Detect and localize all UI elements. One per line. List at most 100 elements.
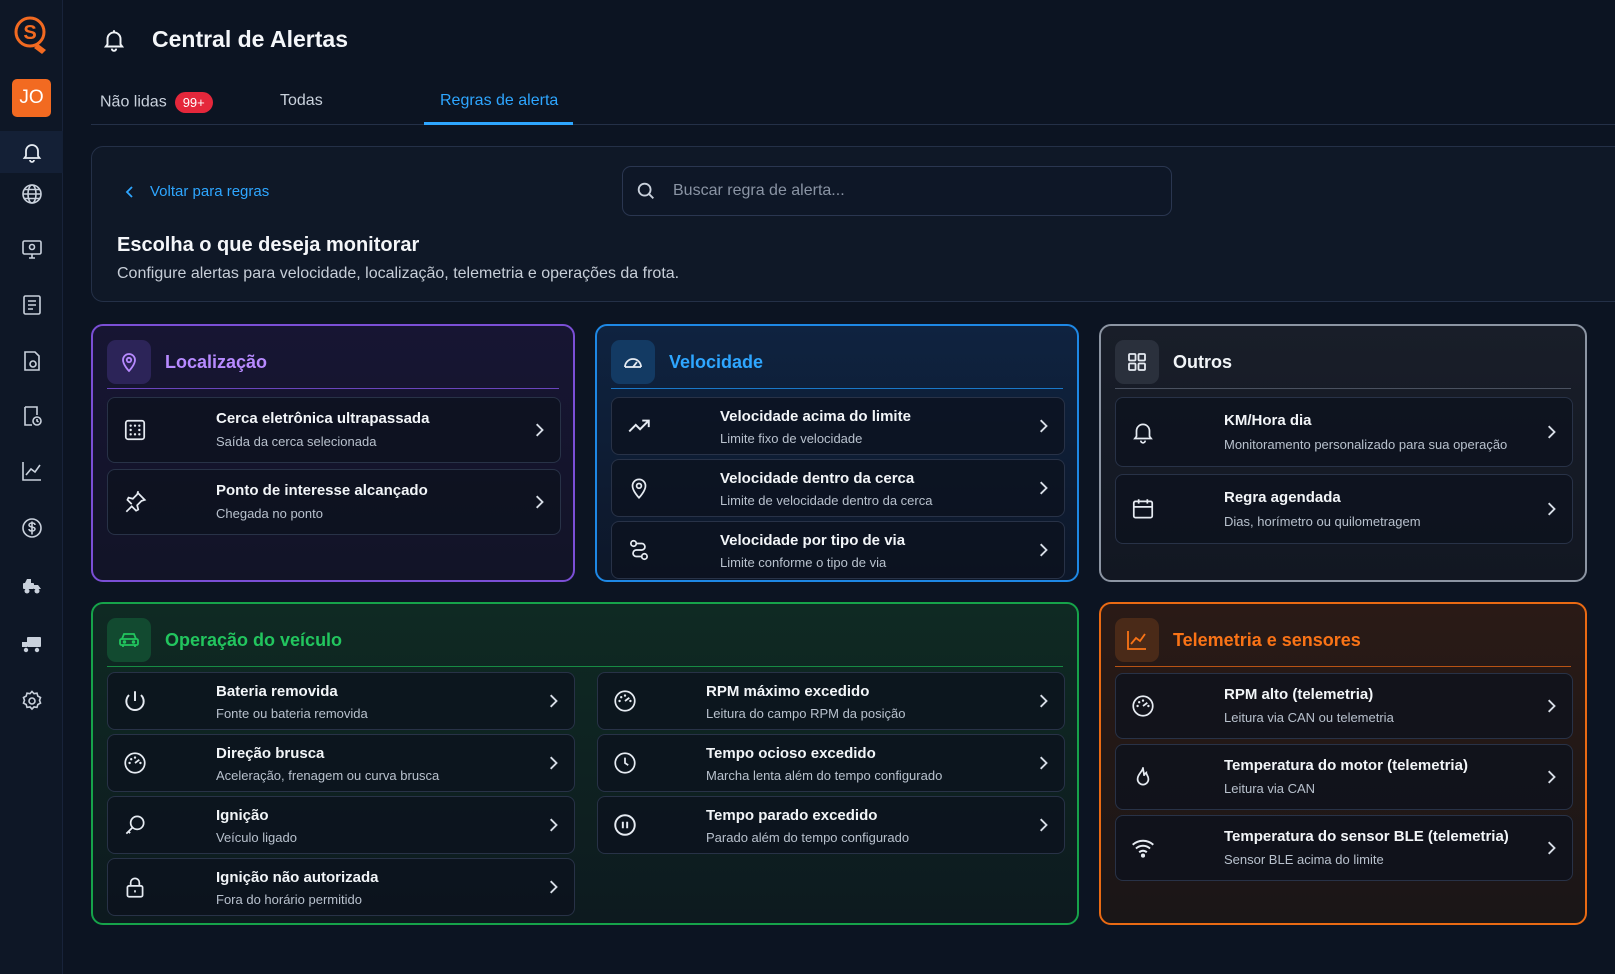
sidebar-item-fleet[interactable] <box>19 631 45 657</box>
active-tab-indicator <box>424 122 573 125</box>
tab-alert-rules[interactable]: Regras de alerta <box>440 92 558 110</box>
rule-item[interactable]: Temperatura do motor (telemetria) Leitur… <box>1115 744 1573 810</box>
rule-description: Leitura via CAN <box>1224 781 1316 796</box>
group-telemetria: Telemetria e sensores RPM alto (telemetr… <box>1099 602 1587 925</box>
svg-text:S: S <box>23 22 36 44</box>
grid-icon <box>1128 353 1146 371</box>
pin-icon <box>122 489 148 515</box>
chevron-right-icon <box>550 756 558 770</box>
page-title: Central de Alertas <box>152 26 348 52</box>
chevron-right-icon <box>1040 756 1048 770</box>
rule-item[interactable]: Ignição Veículo ligado <box>107 796 575 854</box>
chart-icon <box>1127 631 1146 650</box>
group-divider <box>107 388 559 389</box>
main-content: Central de Alertas Não lidas 99+ Todas Re… <box>63 0 1615 974</box>
trend-up-icon <box>626 413 652 439</box>
rule-item[interactable]: RPM alto (telemetria) Leitura via CAN ou… <box>1115 673 1573 739</box>
group-icon-outros <box>1115 340 1159 384</box>
rule-item[interactable]: KM/Hora dia Monitoramento personalizado … <box>1115 397 1573 467</box>
sidebar-item-reports[interactable] <box>19 292 45 318</box>
tab-all[interactable]: Todas <box>280 92 323 110</box>
rule-title: Ignição <box>216 807 269 824</box>
group-title: Outros <box>1173 351 1233 372</box>
rule-item[interactable]: Direção brusca Aceleração, frenagem ou c… <box>107 734 575 792</box>
rule-description: Saída da cerca selecionada <box>216 434 377 449</box>
key-icon <box>122 812 148 838</box>
rule-item[interactable]: Tempo ocioso excedido Marcha lenta além … <box>597 734 1065 792</box>
logo[interactable]: S <box>12 14 52 58</box>
group-divider <box>1115 388 1571 389</box>
flame-icon <box>1130 764 1156 790</box>
rule-title: Cerca eletrônica ultrapassada <box>216 410 430 427</box>
tab-unread[interactable]: Não lidas 99+ <box>100 92 213 113</box>
chevron-right-icon <box>1548 841 1556 855</box>
rule-item[interactable]: Tempo parado excedido Parado além do tem… <box>597 796 1065 854</box>
dollar-icon <box>22 518 42 538</box>
rule-item[interactable]: Ignição não autorizada Fora do horário p… <box>107 858 575 916</box>
power-icon <box>122 688 148 714</box>
chevron-right-icon <box>550 818 558 832</box>
group-icon-telemetria <box>1115 618 1159 662</box>
chevron-right-icon <box>1040 543 1048 557</box>
rule-title: RPM máximo excedido <box>706 683 870 700</box>
clock-document-icon <box>24 406 42 426</box>
sidebar-item-map[interactable] <box>19 181 45 207</box>
chevron-left-icon <box>125 185 133 198</box>
sidebar: S JO <box>0 0 63 974</box>
sidebar-item-alerts[interactable] <box>19 139 45 165</box>
rule-title: Direção brusca <box>216 745 325 762</box>
gauge-icon <box>122 750 148 776</box>
rule-item[interactable]: RPM máximo excedido Leitura do campo RPM… <box>597 672 1065 730</box>
sidebar-item-schedule[interactable] <box>19 403 45 429</box>
sidebar-item-monitor[interactable] <box>19 236 45 262</box>
chevron-right-icon <box>536 423 544 437</box>
sidebar-item-analytics[interactable] <box>19 458 45 484</box>
group-divider <box>611 388 1063 389</box>
group-localizacao: Localização Cerca eletrônica ultrapassad… <box>91 324 575 582</box>
chevron-right-icon <box>1040 481 1048 495</box>
rule-item[interactable]: Velocidade acima do limite Limite fixo d… <box>611 397 1065 455</box>
chevron-right-icon <box>1548 699 1556 713</box>
group-title: Telemetria e sensores <box>1173 629 1361 650</box>
tab-unread-label: Não lidas <box>100 93 167 111</box>
rule-description: Limite conforme o tipo de via <box>720 555 887 570</box>
rule-title: Ponto de interesse alcançado <box>216 482 428 499</box>
rule-description: Leitura via CAN ou telemetria <box>1224 710 1394 725</box>
rule-item[interactable]: Velocidade dentro da cerca Limite de vel… <box>611 459 1065 517</box>
car-icon <box>119 633 139 647</box>
group-title: Velocidade <box>669 351 764 372</box>
rule-item[interactable]: Regra agendada Dias, horímetro ou quilom… <box>1115 474 1573 544</box>
rule-item[interactable]: Temperatura do sensor BLE (telemetria) S… <box>1115 815 1573 881</box>
back-to-rules-link[interactable]: Voltar para regras <box>124 183 269 200</box>
rule-title: Tempo parado excedido <box>706 807 878 824</box>
sidebar-item-finance[interactable] <box>19 515 45 541</box>
report-icon <box>23 295 41 315</box>
sidebar-item-settings[interactable] <box>19 688 45 714</box>
rule-title: Temperatura do sensor BLE (telemetria) <box>1224 828 1509 845</box>
group-title: Operação do veículo <box>165 629 343 650</box>
rule-title: Velocidade acima do limite <box>720 408 911 425</box>
fence-icon <box>122 417 148 443</box>
group-divider <box>107 666 1063 667</box>
group-velocidade: Velocidade Velocidade acima do limite Li… <box>595 324 1079 582</box>
rule-item[interactable]: Cerca eletrônica ultrapassada Saída da c… <box>107 397 561 463</box>
back-label: Voltar para regras <box>150 183 270 200</box>
sidebar-item-documents[interactable] <box>19 348 45 374</box>
monitor-icon <box>22 240 42 259</box>
rule-description: Parado além do tempo configurado <box>706 830 910 845</box>
rule-item[interactable]: Bateria removida Fonte ou bateria removi… <box>107 672 575 730</box>
chevron-right-icon <box>1548 770 1556 784</box>
rule-item[interactable]: Velocidade por tipo de via Limite confor… <box>611 521 1065 579</box>
gauge-icon <box>612 688 638 714</box>
tab-bar: Não lidas 99+ Todas Regras de alerta <box>91 80 1615 125</box>
globe-icon <box>22 184 42 204</box>
search-input[interactable] <box>673 182 1153 200</box>
chevron-right-icon <box>550 694 558 708</box>
avatar[interactable]: JO <box>12 79 51 117</box>
chevron-right-icon <box>1548 425 1556 439</box>
group-operacao: Operação do veículo Bateria removida Fon… <box>91 602 1079 925</box>
sidebar-item-machinery[interactable] <box>19 573 45 599</box>
rule-title: KM/Hora dia <box>1224 412 1312 429</box>
group-outros: Outros KM/Hora dia Monitoramento persona… <box>1099 324 1587 582</box>
rule-item[interactable]: Ponto de interesse alcançado Chegada no … <box>107 469 561 535</box>
